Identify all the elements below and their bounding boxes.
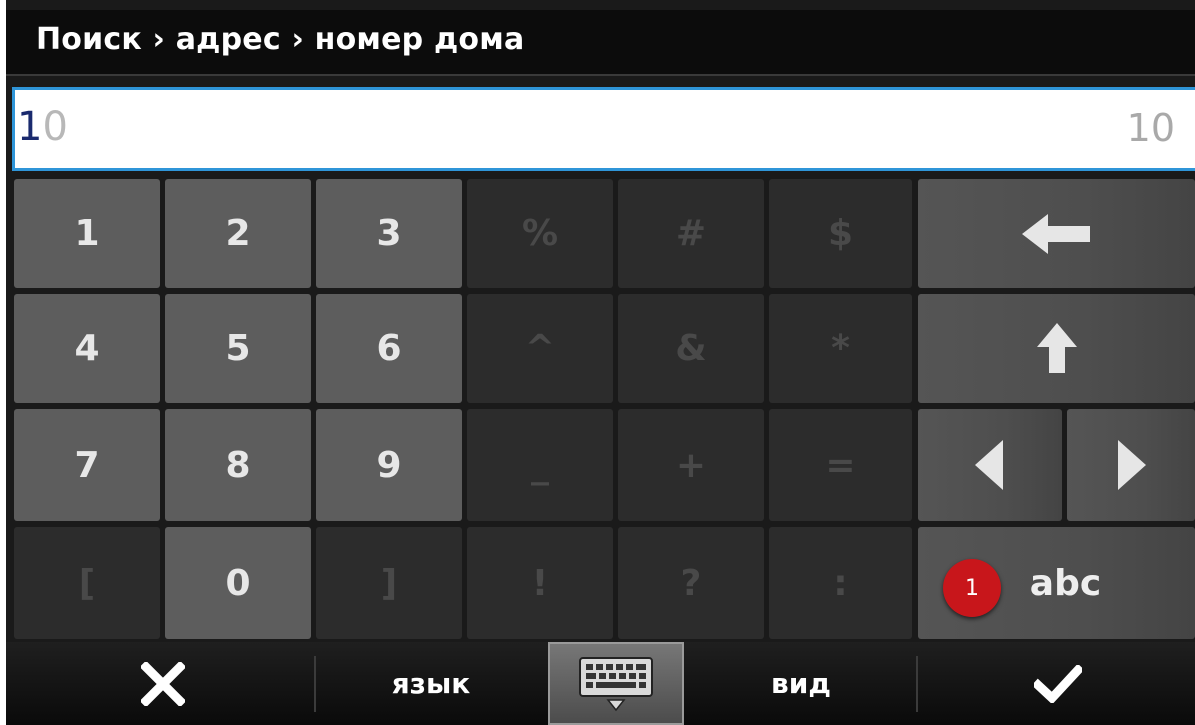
key-label: 7 xyxy=(74,444,100,486)
backspace-button[interactable] xyxy=(918,179,1195,288)
language-button[interactable]: язык xyxy=(318,642,544,725)
key-label: : xyxy=(833,562,848,604)
divider xyxy=(916,656,918,712)
key-caret[interactable]: ^ xyxy=(467,294,613,403)
key-ampersand[interactable]: & xyxy=(618,294,764,403)
key-7[interactable]: 7 xyxy=(14,409,160,521)
key-label: % xyxy=(521,213,559,254)
key-label: 1 xyxy=(74,213,100,254)
suggestion-value[interactable]: 10 xyxy=(1127,106,1175,150)
key-label: 6 xyxy=(376,328,402,369)
key-underscore[interactable]: _ xyxy=(467,409,613,521)
key-asterisk[interactable]: * xyxy=(769,294,912,403)
shift-button[interactable] xyxy=(918,294,1195,403)
key-question[interactable]: ? xyxy=(618,527,764,639)
close-icon xyxy=(141,661,185,706)
abc-label: abc xyxy=(1029,562,1102,604)
key-9[interactable]: 9 xyxy=(316,409,462,521)
keyboard-icon xyxy=(579,656,653,711)
notification-badge: 1 xyxy=(943,559,1001,617)
key-label: 3 xyxy=(376,213,402,254)
key-percent[interactable]: % xyxy=(467,179,613,288)
key-label: [ xyxy=(78,562,96,604)
key-colon[interactable]: : xyxy=(769,527,912,639)
key-label: ? xyxy=(680,562,702,604)
view-button[interactable]: вид xyxy=(688,642,914,725)
key-right-bracket[interactable]: ] xyxy=(316,527,462,639)
key-label: 0 xyxy=(225,562,251,604)
autocomplete-ghost: 0 xyxy=(42,104,68,150)
checkmark-icon xyxy=(1033,664,1082,703)
key-4[interactable]: 4 xyxy=(14,294,160,403)
screen: Поиск › адрес › номер дома 10 10 1 2 3 %… xyxy=(0,0,1195,725)
key-hash[interactable]: # xyxy=(618,179,764,288)
key-label: 2 xyxy=(225,213,251,254)
arrow-up-icon xyxy=(1036,322,1077,373)
triangle-left-icon xyxy=(975,440,1003,490)
bottom-bar: язык вид xyxy=(6,642,1195,725)
typed-value: 1 xyxy=(17,104,43,150)
key-label: $ xyxy=(827,213,854,254)
key-left-bracket[interactable]: [ xyxy=(14,527,160,639)
key-label: 8 xyxy=(225,444,251,486)
key-label: 4 xyxy=(74,328,100,369)
key-0[interactable]: 0 xyxy=(165,527,311,639)
key-label: * xyxy=(831,328,850,369)
house-number-input[interactable]: 10 10 xyxy=(12,87,1195,171)
key-label: ! xyxy=(531,562,549,604)
key-label: 9 xyxy=(376,444,402,486)
key-8[interactable]: 8 xyxy=(165,409,311,521)
key-equals[interactable]: = xyxy=(769,409,912,521)
view-label: вид xyxy=(771,667,831,700)
key-label: # xyxy=(675,213,707,254)
divider xyxy=(314,656,316,712)
key-label: & xyxy=(675,328,707,369)
triangle-right-icon xyxy=(1118,440,1146,490)
key-1[interactable]: 1 xyxy=(14,179,160,288)
keyboard-toggle-button[interactable] xyxy=(548,642,684,725)
typed-text: 10 xyxy=(17,104,68,150)
language-label: язык xyxy=(391,667,471,700)
title-bar: Поиск › адрес › номер дома xyxy=(6,10,1195,76)
key-dollar[interactable]: $ xyxy=(769,179,912,288)
key-plus[interactable]: + xyxy=(618,409,764,521)
key-label: _ xyxy=(531,444,549,486)
arrow-left-icon xyxy=(1021,213,1090,254)
cursor-right-button[interactable] xyxy=(1067,409,1195,521)
key-exclamation[interactable]: ! xyxy=(467,527,613,639)
key-label: 5 xyxy=(225,328,251,369)
cursor-left-button[interactable] xyxy=(918,409,1062,521)
key-label: = xyxy=(825,444,856,486)
cancel-button[interactable] xyxy=(14,642,312,725)
key-label: ] xyxy=(380,562,398,604)
key-2[interactable]: 2 xyxy=(165,179,311,288)
abc-layout-button[interactable]: 1 abc xyxy=(918,527,1195,639)
key-label: + xyxy=(675,444,707,486)
key-label: ^ xyxy=(524,328,556,369)
key-6[interactable]: 6 xyxy=(316,294,462,403)
key-5[interactable]: 5 xyxy=(165,294,311,403)
key-3[interactable]: 3 xyxy=(316,179,462,288)
page-title: Поиск › адрес › номер дома xyxy=(36,22,525,57)
confirm-button[interactable] xyxy=(920,642,1195,725)
